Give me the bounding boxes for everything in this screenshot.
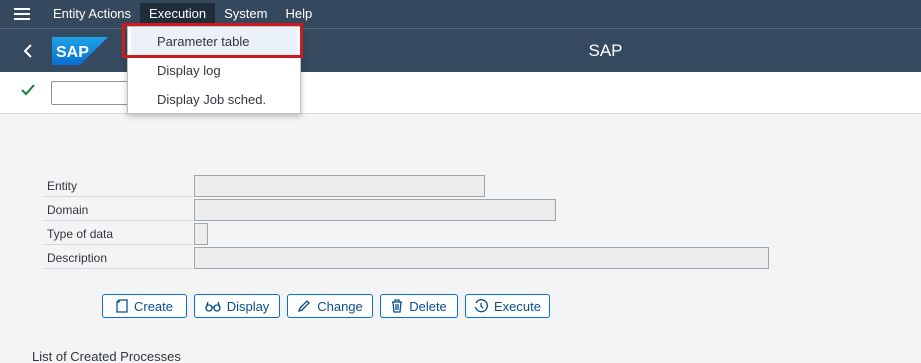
description-input[interactable] [194, 247, 769, 269]
display-button[interactable]: Display [194, 294, 280, 318]
new-document-icon [116, 299, 128, 313]
hamburger-menu-icon[interactable] [0, 0, 44, 28]
create-button-label: Create [133, 298, 174, 314]
change-button[interactable]: Change [287, 294, 373, 318]
menu-item-display-log[interactable]: Display log [128, 56, 300, 85]
entity-label: Entity [44, 175, 192, 197]
menu-item-parameter-table[interactable]: Parameter table [131, 27, 297, 56]
clock-execute-icon [474, 299, 488, 313]
trash-icon [391, 299, 403, 313]
menu-system[interactable]: System [215, 3, 276, 25]
delete-button-label: Delete [409, 298, 447, 314]
create-button[interactable]: Create [102, 294, 187, 318]
menu-help[interactable]: Help [276, 3, 321, 25]
domain-input[interactable] [194, 199, 556, 221]
description-label: Description [44, 247, 192, 269]
execution-dropdown-menu: Parameter table Display log Display Job … [127, 26, 301, 114]
execute-button[interactable]: Execute [465, 294, 550, 318]
checkmark-icon[interactable] [21, 84, 35, 99]
change-button-label: Change [317, 298, 363, 314]
entity-input[interactable] [194, 175, 485, 197]
delete-button[interactable]: Delete [380, 294, 458, 318]
menu-entity-actions[interactable]: Entity Actions [44, 3, 140, 25]
menu-execution[interactable]: Execution [140, 3, 216, 25]
glasses-icon [205, 300, 221, 312]
pencil-icon [297, 299, 311, 313]
type-of-data-input[interactable] [194, 223, 208, 245]
menu-item-display-job-sched[interactable]: Display Job sched. [128, 85, 300, 114]
display-button-label: Display [226, 298, 270, 314]
list-title: List of Created Processes [32, 349, 181, 363]
menu-bar: Entity Actions Execution System Help [0, 0, 921, 28]
domain-label: Domain [44, 199, 192, 221]
type-of-data-label: Type of data [44, 223, 192, 245]
execute-button-label: Execute [494, 298, 541, 314]
